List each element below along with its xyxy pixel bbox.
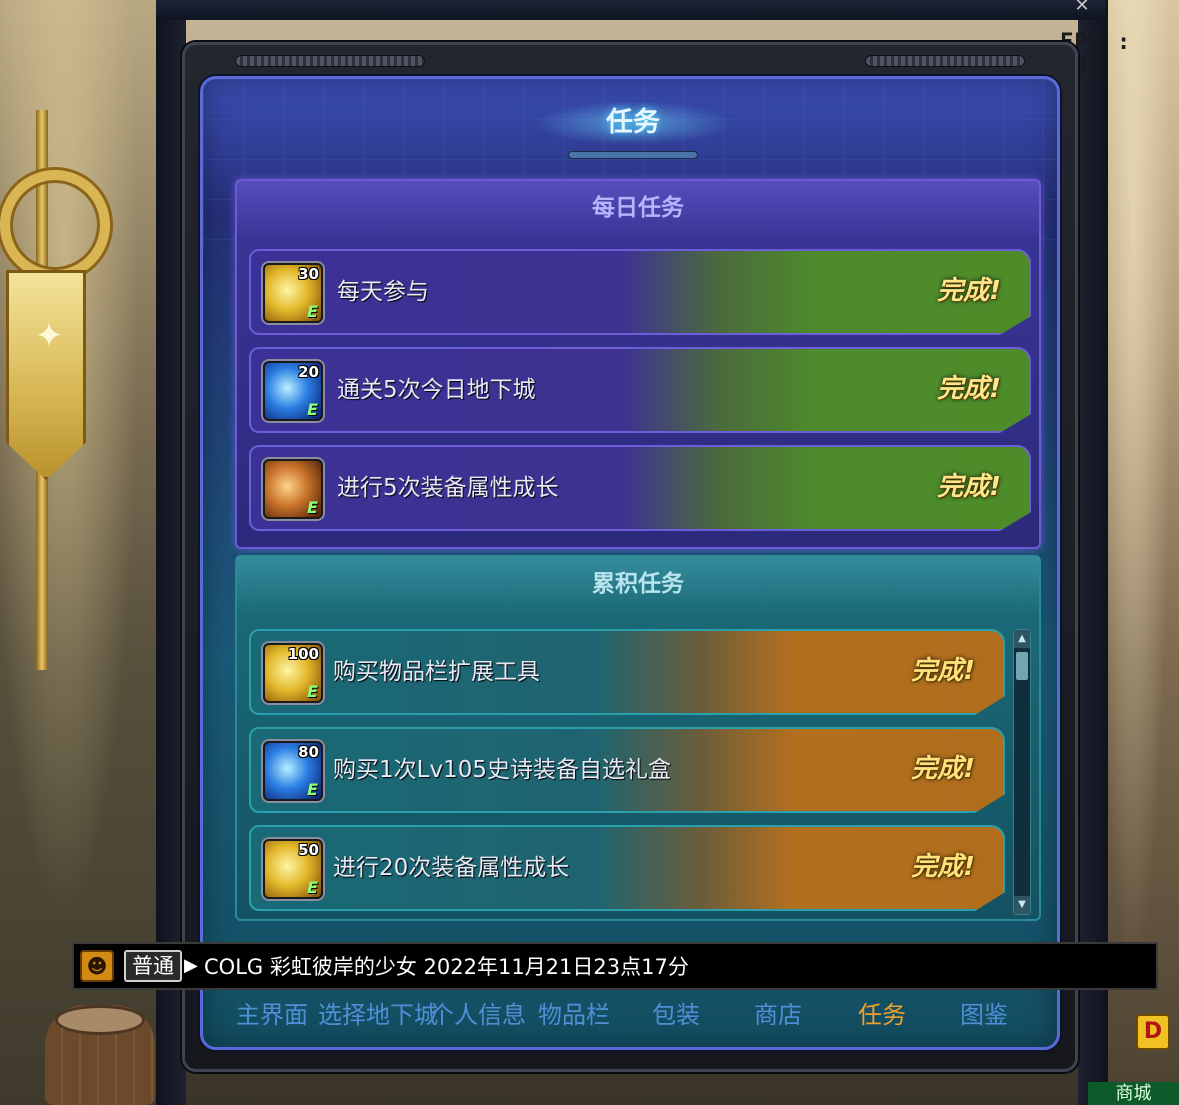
reward-count: 50: [298, 841, 319, 859]
quest-status: 完成!: [937, 374, 1001, 404]
nav-profile[interactable]: 个人信息: [430, 990, 526, 1040]
treasure-chest-icon: E: [263, 459, 323, 519]
reward-badge: E: [307, 400, 318, 419]
chat-avatar-icon[interactable]: ☻: [80, 950, 114, 982]
nav-main[interactable]: 主界面: [236, 990, 308, 1040]
reward-badge: E: [307, 878, 318, 897]
sun-emblem: [0, 170, 110, 280]
title-underline: [568, 151, 698, 159]
reward-badge: E: [307, 302, 318, 321]
star-emblem-icon: ✦: [34, 316, 64, 356]
nav-select-dungeon[interactable]: 选择地下城: [318, 990, 438, 1040]
barrel-top: [55, 1005, 145, 1035]
side-badge-icon[interactable]: D: [1136, 1014, 1170, 1050]
nav-inventory[interactable]: 物品栏: [536, 990, 612, 1040]
close-icon[interactable]: ✕: [1070, 0, 1094, 15]
reward-count: 30: [298, 265, 319, 283]
frame-rail-left: [235, 55, 425, 67]
quest-status: 完成!: [911, 754, 975, 784]
cumulative-quests-section: 累积任务 100 E 购买物品栏扩展工具 完成! 80 E 购买1次Lv105史…: [235, 555, 1041, 921]
chat-bar: ☻ 普通 ▶ COLG 彩虹彼岸的少女 2022年11月21日23点17分: [72, 942, 1158, 990]
reward-badge: E: [307, 682, 318, 701]
quest-status: 完成!: [911, 852, 975, 882]
reward-badge: E: [307, 498, 318, 517]
chat-channel-button[interactable]: 普通: [124, 950, 182, 982]
cumulative-scrollbar[interactable]: ▲ ▼: [1013, 629, 1031, 915]
scroll-up-icon[interactable]: ▲: [1014, 630, 1030, 648]
quest-name: 进行5次装备属性成长: [337, 475, 559, 501]
cumulative-quest-row[interactable]: 80 E 购买1次Lv105史诗装备自选礼盒 完成!: [249, 727, 1005, 813]
nav-quests[interactable]: 任务: [852, 990, 912, 1040]
reward-badge: E: [307, 780, 318, 799]
reward-count: 100: [287, 645, 319, 663]
golden-banner: ✦: [6, 270, 86, 480]
blue-crystal-icon: 20 E: [263, 361, 323, 421]
daily-quests-header: 每日任务: [237, 181, 1039, 239]
game-window-header: [156, 0, 1106, 20]
quest-status: 完成!: [937, 276, 1001, 306]
daily-quest-row[interactable]: E 进行5次装备属性成长 完成!: [249, 445, 1031, 531]
cumulative-quests-header: 累积任务: [237, 557, 1039, 615]
nav-shop[interactable]: 商店: [748, 990, 808, 1040]
background-scenery-left: [0, 0, 160, 1105]
scroll-thumb[interactable]: [1016, 652, 1028, 680]
chat-channel-arrow-icon[interactable]: ▶: [184, 950, 198, 982]
reward-count: 80: [298, 743, 319, 761]
window-edge-right: [1078, 0, 1108, 1105]
side-shop-button[interactable]: 商城: [1088, 1082, 1179, 1105]
chat-message: COLG 彩虹彼岸的少女 2022年11月21日23点17分: [204, 955, 689, 979]
quest-status: 完成!: [911, 656, 975, 686]
gold-crystal-icon: 100 E: [263, 643, 323, 703]
reward-count: 20: [298, 363, 319, 381]
blue-crystal-icon: 80 E: [263, 741, 323, 801]
nav-package[interactable]: 包装: [646, 990, 706, 1040]
quest-status: 完成!: [937, 472, 1001, 502]
nav-collection[interactable]: 图鉴: [954, 990, 1014, 1040]
cumulative-quest-row[interactable]: 100 E 购买物品栏扩展工具 完成!: [249, 629, 1005, 715]
daily-quest-row[interactable]: 30 E 每天参与 完成!: [249, 249, 1031, 335]
gold-crystal-icon: 50 E: [263, 839, 323, 899]
frame-rail-right: [865, 55, 1025, 67]
quest-window: 任务 每日任务 30 E 每天参与 完成! 20 E 通关5次今日地下城 完成!…: [200, 76, 1060, 1050]
quest-name: 通关5次今日地下城: [337, 377, 536, 403]
gold-crystal-icon: 30 E: [263, 263, 323, 323]
cumulative-quest-row[interactable]: 50 E 进行20次装备属性成长 完成!: [249, 825, 1005, 911]
scroll-down-icon[interactable]: ▼: [1014, 896, 1030, 914]
daily-quest-row[interactable]: 20 E 通关5次今日地下城 完成!: [249, 347, 1031, 433]
quest-name: 进行20次装备属性成长: [333, 855, 570, 881]
quest-name: 购买物品栏扩展工具: [333, 659, 540, 685]
window-title: 任务: [606, 107, 660, 138]
quest-name: 每天参与: [337, 279, 429, 305]
quest-name: 购买1次Lv105史诗装备自选礼盒: [333, 757, 671, 783]
bottom-nav: 主界面 选择地下城 个人信息 物品栏 包装 商店 任务 图鉴: [200, 990, 1060, 1046]
daily-quests-section: 每日任务 30 E 每天参与 完成! 20 E 通关5次今日地下城 完成! E …: [235, 179, 1041, 549]
